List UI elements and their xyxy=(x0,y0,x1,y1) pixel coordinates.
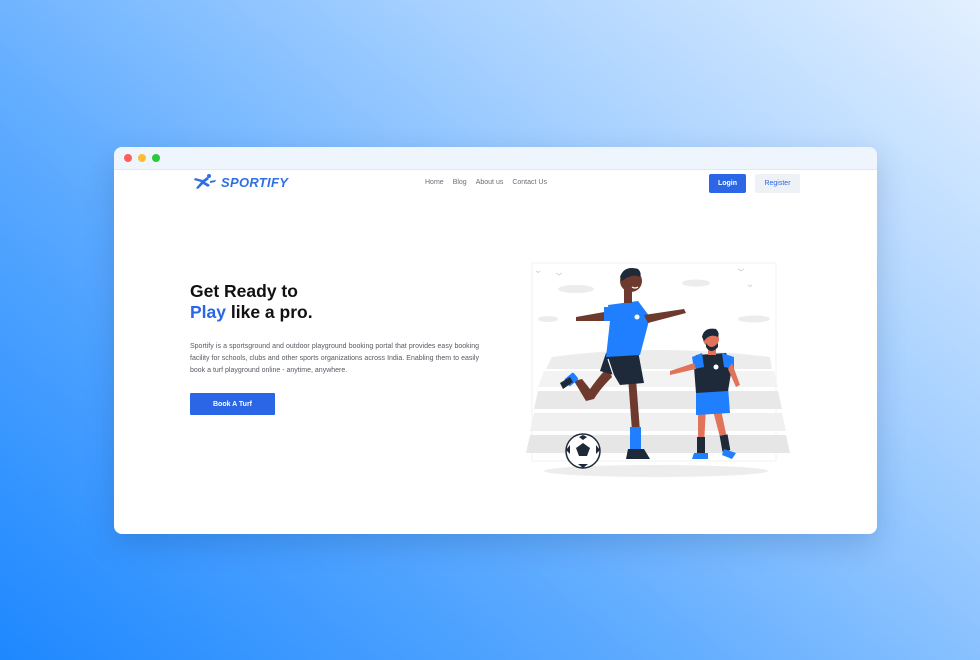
nav-link-about[interactable]: About us xyxy=(476,179,504,186)
maximize-window-button[interactable] xyxy=(152,154,160,162)
logo-text: SPORTIFY xyxy=(221,174,289,190)
nav-link-home[interactable]: Home xyxy=(425,179,444,186)
hero-title: Get Ready to Play like a pro. xyxy=(190,281,313,323)
nav-links: Home Blog About us Contact Us xyxy=(425,179,547,186)
book-turf-button[interactable]: Book A Turf xyxy=(190,393,275,415)
football-icon xyxy=(565,433,601,469)
register-button[interactable]: Register xyxy=(755,174,800,193)
navbar: SPORTIFY Home Blog About us Contact Us L… xyxy=(114,170,877,198)
hero-title-accent: Play xyxy=(190,302,226,322)
close-window-button[interactable] xyxy=(124,154,132,162)
football-players-illustration xyxy=(526,262,790,477)
nav-link-blog[interactable]: Blog xyxy=(453,179,467,186)
logo[interactable]: SPORTIFY xyxy=(193,173,288,191)
hero-title-rest: like a pro. xyxy=(226,302,313,322)
bird-icon xyxy=(535,268,753,287)
nav-link-contact[interactable]: Contact Us xyxy=(512,179,547,186)
hero-description: Sportify is a sportsground and outdoor p… xyxy=(190,343,479,374)
stadium-stands xyxy=(526,350,790,453)
browser-window: SPORTIFY Home Blog About us Contact Us L… xyxy=(114,147,877,534)
running-player-icon xyxy=(194,174,216,189)
window-titlebar xyxy=(114,147,877,170)
hero-title-line1: Get Ready to xyxy=(190,281,298,301)
login-button[interactable]: Login xyxy=(709,174,746,193)
minimize-window-button[interactable] xyxy=(138,154,146,162)
